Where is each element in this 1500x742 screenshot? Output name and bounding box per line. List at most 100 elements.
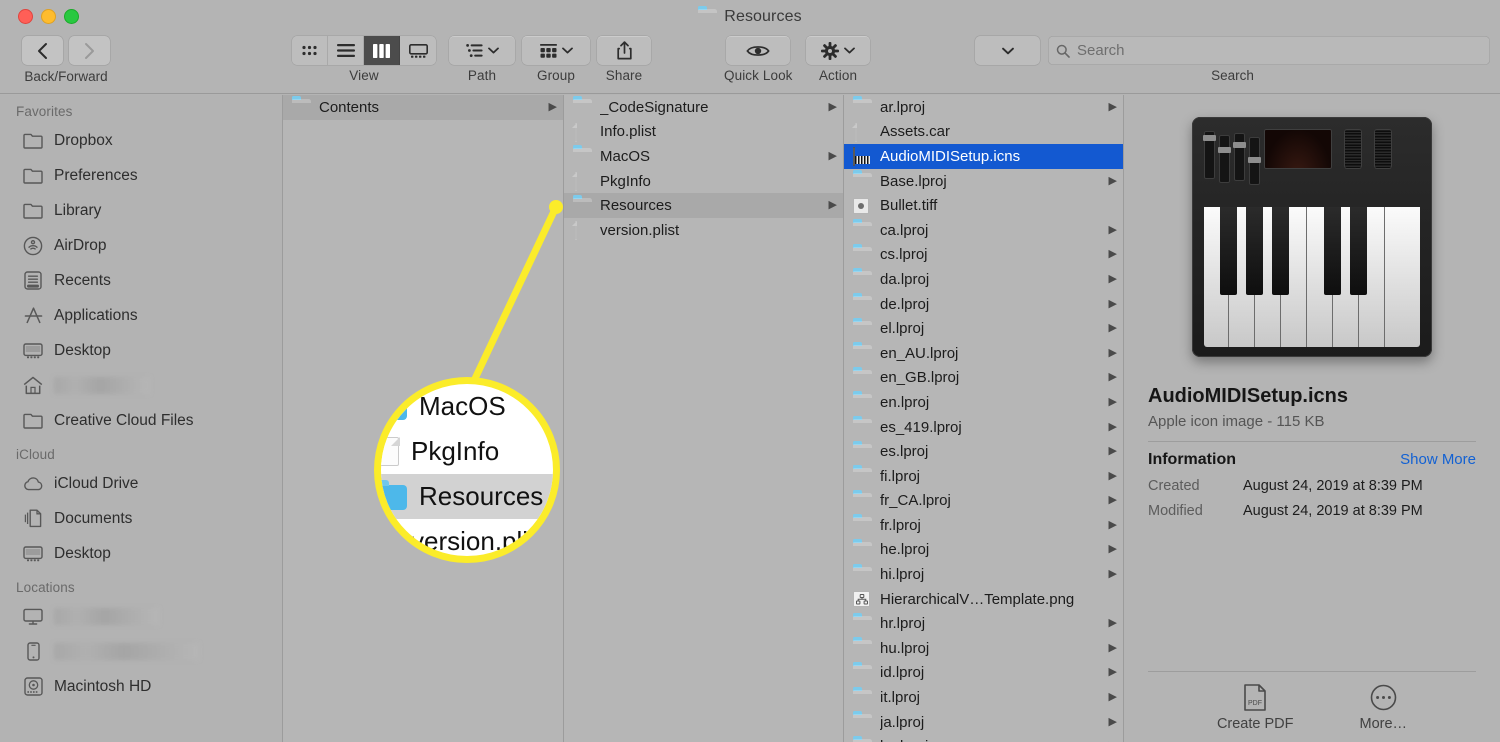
disclosure-arrow-icon: ▶ bbox=[1108, 248, 1117, 261]
file-row[interactable]: de.lproj ▶ bbox=[844, 292, 1123, 317]
search-label: Search bbox=[1211, 68, 1254, 83]
view-gallery-button[interactable] bbox=[400, 36, 436, 65]
file-row[interactable]: HierarchicalV…Template.png bbox=[844, 587, 1123, 612]
file-row[interactable]: Bullet.tiff bbox=[844, 193, 1123, 218]
sidebar-item-macintosh-hd[interactable]: Macintosh HD bbox=[0, 669, 282, 704]
file-row[interactable]: ca.lproj ▶ bbox=[844, 218, 1123, 243]
file-row[interactable]: fr_CA.lproj ▶ bbox=[844, 489, 1123, 514]
column-bundle[interactable]: _CodeSignature ▶ Info.plist MacOS ▶ PkgInfo Re… bbox=[564, 95, 844, 742]
folder-icon bbox=[853, 99, 872, 115]
file-row[interactable]: Resources ▶ bbox=[564, 193, 843, 218]
sidebar-item-recents[interactable]: Recents bbox=[0, 263, 282, 298]
forward-button[interactable] bbox=[69, 36, 110, 65]
file-row[interactable]: id.lproj ▶ bbox=[844, 661, 1123, 686]
view-column-button[interactable] bbox=[364, 36, 400, 65]
folder-icon bbox=[22, 411, 44, 431]
action-button[interactable] bbox=[806, 36, 870, 65]
file-row[interactable]: da.lproj ▶ bbox=[844, 267, 1123, 292]
sidebar-item-redacted-2-0[interactable] bbox=[0, 599, 282, 634]
folder-icon bbox=[853, 493, 872, 509]
file-row[interactable]: Assets.car bbox=[844, 120, 1123, 145]
back-button[interactable] bbox=[22, 36, 63, 65]
file-row[interactable]: fr.lproj ▶ bbox=[844, 513, 1123, 538]
file-row[interactable]: ko.lproj▶ bbox=[844, 734, 1123, 742]
show-more-link[interactable]: Show More bbox=[1400, 451, 1476, 468]
png-icon bbox=[853, 591, 872, 608]
file-row[interactable]: es_419.lproj ▶ bbox=[844, 415, 1123, 440]
path-icon bbox=[465, 44, 483, 57]
sidebar-item-desktop[interactable]: Desktop bbox=[0, 333, 282, 368]
toolbar: Back/Forward View Path Group Share Quick… bbox=[0, 34, 1500, 94]
file-row[interactable]: hi.lproj ▶ bbox=[844, 562, 1123, 587]
sidebar-item-preferences[interactable]: Preferences bbox=[0, 158, 282, 193]
file-row[interactable]: es.lproj ▶ bbox=[844, 439, 1123, 464]
view-icon-button[interactable] bbox=[292, 36, 328, 65]
file-row-label: en_AU.lproj bbox=[880, 344, 959, 362]
sidebar-item-icloud-drive[interactable]: iCloud Drive bbox=[0, 466, 282, 501]
sidebar-item-label: Library bbox=[54, 201, 102, 219]
file-row[interactable]: en_GB.lproj ▶ bbox=[844, 366, 1123, 391]
desktop-icon bbox=[22, 341, 44, 361]
information-heading: Information bbox=[1148, 451, 1236, 468]
view-list-button[interactable] bbox=[328, 36, 364, 65]
sidebar-item-applications[interactable]: Applications bbox=[0, 298, 282, 333]
sidebar-item-label: Applications bbox=[54, 306, 138, 324]
sidebar[interactable]: Favorites Dropbox Preferences Library AirDro… bbox=[0, 95, 283, 742]
disclosure-arrow-icon: ▶ bbox=[1108, 641, 1117, 654]
file-row[interactable]: en_AU.lproj ▶ bbox=[844, 341, 1123, 366]
file-row[interactable]: Info.plist bbox=[564, 120, 843, 145]
quick-look-button[interactable] bbox=[726, 36, 791, 65]
file-row[interactable]: _CodeSignature ▶ bbox=[564, 95, 843, 120]
sidebar-item-dropbox[interactable]: Dropbox bbox=[0, 123, 282, 158]
chevron-left-icon bbox=[38, 42, 47, 59]
file-row[interactable]: ar.lproj ▶ bbox=[844, 95, 1123, 120]
sidebar-item-library[interactable]: Library bbox=[0, 193, 282, 228]
sidebar-item-documents[interactable]: Documents bbox=[0, 501, 282, 536]
view-segmented-control[interactable] bbox=[292, 36, 436, 65]
group-icon bbox=[539, 43, 557, 58]
create-pdf-button[interactable]: PDF Create PDF bbox=[1217, 684, 1294, 732]
file-row-label: Contents bbox=[319, 98, 380, 116]
sidebar-item-airdrop[interactable]: AirDrop bbox=[0, 228, 282, 263]
sidebar-item-creative-cloud-files[interactable]: Creative Cloud Files bbox=[0, 403, 282, 438]
group-group: Group bbox=[522, 36, 590, 83]
file-row[interactable]: he.lproj ▶ bbox=[844, 538, 1123, 563]
search-scope-dropdown[interactable] bbox=[975, 36, 1040, 65]
folder-icon bbox=[292, 99, 311, 115]
share-button[interactable] bbox=[597, 36, 651, 65]
file-row[interactable]: it.lproj ▶ bbox=[844, 685, 1123, 710]
group-button[interactable] bbox=[522, 36, 590, 65]
file-row[interactable]: PkgInfo bbox=[564, 169, 843, 194]
file-row[interactable]: AudioMIDISetup.icns bbox=[844, 144, 1123, 169]
folder-icon bbox=[853, 222, 872, 238]
sidebar-item-label-redacted bbox=[54, 643, 199, 660]
more-button[interactable]: More… bbox=[1360, 684, 1407, 732]
disclosure-arrow-icon: ▶ bbox=[828, 100, 837, 113]
sidebar-item-redacted-2-1[interactable] bbox=[0, 634, 282, 669]
file-row-label: ko.lproj bbox=[880, 738, 1101, 742]
file-row[interactable]: hu.lproj ▶ bbox=[844, 636, 1123, 661]
sidebar-item-desktop[interactable]: Desktop bbox=[0, 536, 282, 571]
file-row[interactable]: fi.lproj ▶ bbox=[844, 464, 1123, 489]
file-row[interactable]: MacOS ▶ bbox=[564, 144, 843, 169]
quick-look-label: Quick Look bbox=[724, 68, 793, 83]
folder-icon bbox=[853, 247, 872, 263]
file-row-label: it.lproj bbox=[880, 689, 921, 707]
nav-group: Back/Forward bbox=[22, 36, 110, 84]
column-resources[interactable]: ar.lproj ▶ Assets.car AudioMIDISetup.icns Ba… bbox=[844, 95, 1124, 742]
folder-icon bbox=[853, 567, 872, 583]
file-row[interactable]: en.lproj ▶ bbox=[844, 390, 1123, 415]
file-row[interactable]: Contents ▶ bbox=[283, 95, 563, 120]
path-button[interactable] bbox=[449, 36, 515, 65]
file-row[interactable]: el.lproj ▶ bbox=[844, 316, 1123, 341]
file-row[interactable]: version.plist bbox=[564, 218, 843, 243]
tiff-icon bbox=[853, 197, 872, 214]
audio-midi-keyboard-icon bbox=[1175, 109, 1449, 371]
sidebar-item-redacted-0-7[interactable] bbox=[0, 368, 282, 403]
file-row[interactable]: ja.lproj ▶ bbox=[844, 710, 1123, 735]
applications-icon bbox=[22, 306, 44, 326]
search-input[interactable]: Search bbox=[1048, 36, 1490, 65]
file-row[interactable]: hr.lproj ▶ bbox=[844, 611, 1123, 636]
file-row[interactable]: Base.lproj ▶ bbox=[844, 169, 1123, 194]
file-row[interactable]: cs.lproj ▶ bbox=[844, 243, 1123, 268]
